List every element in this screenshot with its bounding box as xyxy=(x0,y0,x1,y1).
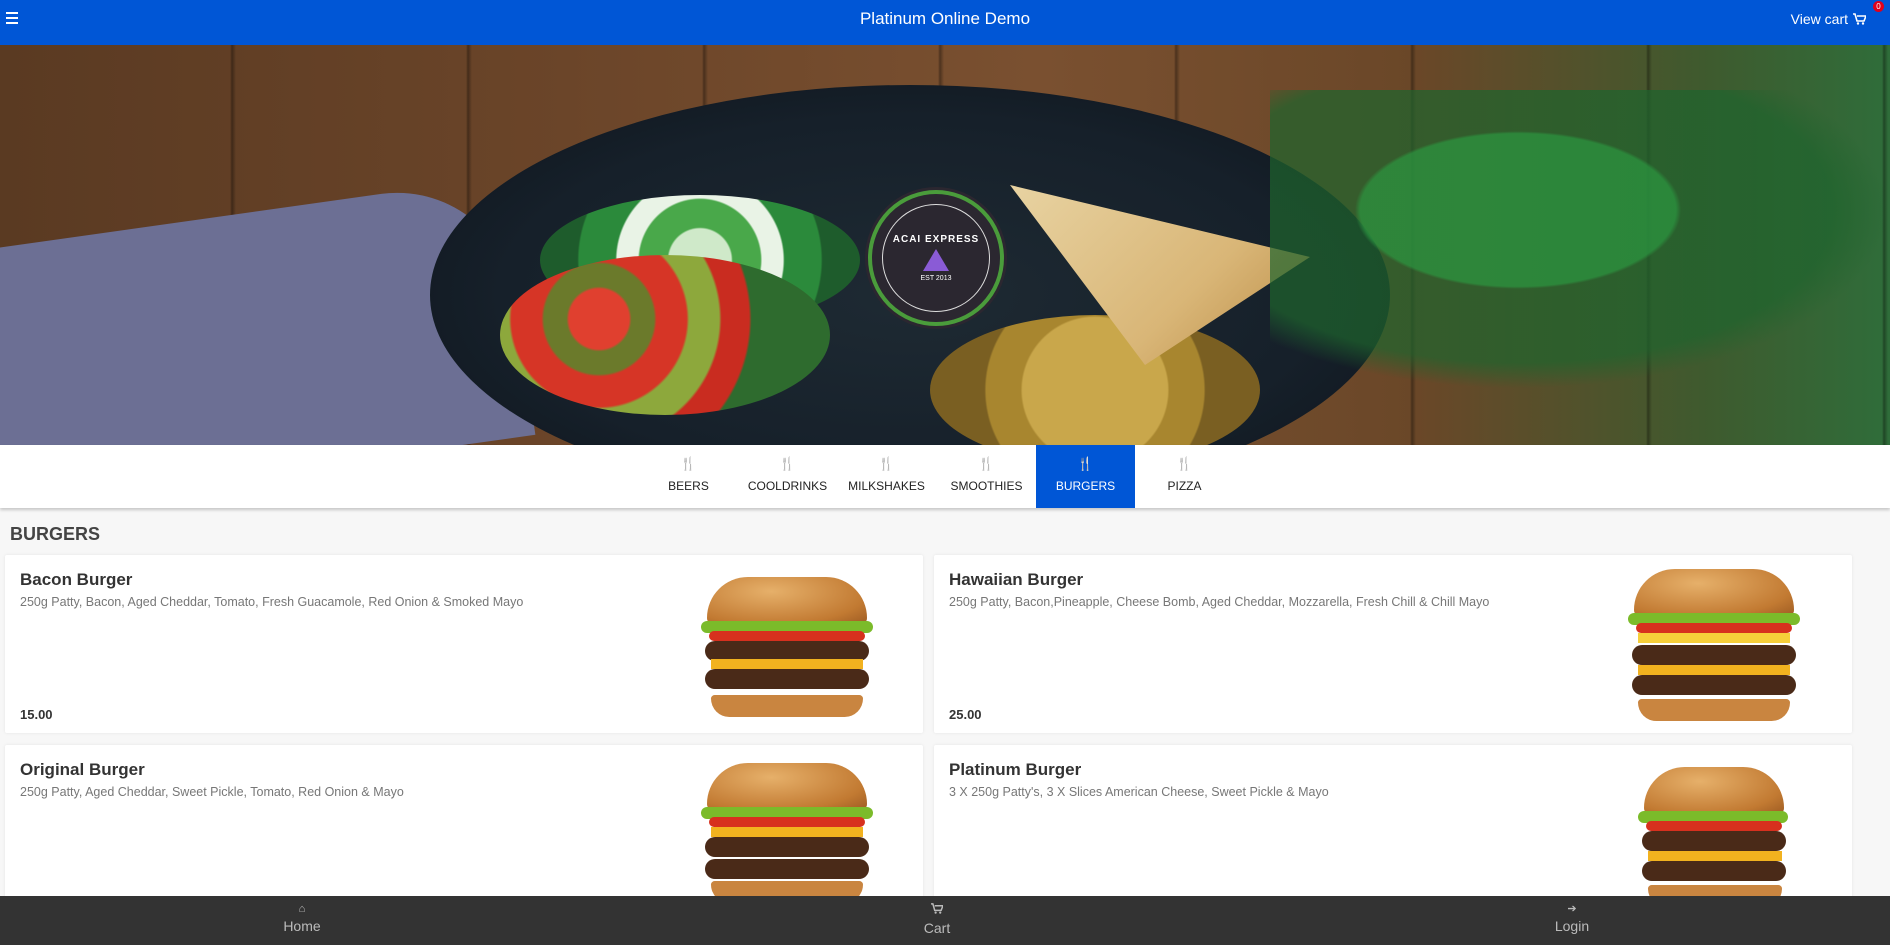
burger-image xyxy=(697,577,877,717)
nav-label: Login xyxy=(1554,918,1590,934)
logo-text: ACAI EXPRESS xyxy=(892,234,980,245)
nav-login[interactable]: ➔ Login xyxy=(1512,903,1632,934)
product-name: Platinum Burger xyxy=(949,760,1082,779)
nav-cart[interactable]: Cart xyxy=(877,903,997,936)
shopping-cart-icon xyxy=(877,903,997,917)
tab-milkshakes[interactable]: 🍴 MILKSHAKES xyxy=(837,445,936,508)
product-name: Original Burger xyxy=(20,760,145,779)
cart-count-badge: 0 xyxy=(1873,1,1884,12)
view-cart-label: View cart xyxy=(1790,11,1848,27)
bottom-navigation: ⌂ Home Cart ➔ Login xyxy=(0,896,1890,945)
logo-est: EST 2013 xyxy=(920,275,952,282)
tab-label: COOLDRINKS xyxy=(747,479,828,493)
home-icon: ⌂ xyxy=(298,903,306,915)
product-name: Hawaiian Burger xyxy=(949,570,1084,589)
product-price: 25.00 xyxy=(949,707,982,722)
product-card-hawaiian-burger[interactable]: Hawaiian Burger 250g Patty, Bacon,Pineap… xyxy=(934,555,1852,733)
cutlery-icon: 🍴 xyxy=(1176,456,1193,471)
nav-label: Cart xyxy=(923,920,951,936)
brand-logo: ACAI EXPRESS EST 2013 xyxy=(868,190,1004,326)
product-price: 15.00 xyxy=(20,707,53,722)
nav-label: Home xyxy=(283,918,321,934)
product-name: Bacon Burger xyxy=(20,570,133,589)
cutlery-icon: 🍴 xyxy=(978,456,995,471)
acai-leaf-icon xyxy=(923,249,949,271)
tab-label: MILKSHAKES xyxy=(848,479,925,493)
tab-label: BURGERS xyxy=(1055,479,1116,493)
cutlery-icon: 🍴 xyxy=(680,456,697,471)
salad-peppers-graphic xyxy=(500,255,830,415)
top-bar: Platinum Online Demo View cart 0 xyxy=(0,0,1890,45)
tab-pizza[interactable]: 🍴 PIZZA xyxy=(1135,445,1234,508)
tab-label: SMOOTHIES xyxy=(950,479,1023,493)
cutlery-icon: 🍴 xyxy=(1077,456,1094,471)
tab-beers[interactable]: 🍴 BEERS xyxy=(639,445,738,508)
tab-smoothies[interactable]: 🍴 SMOOTHIES xyxy=(937,445,1036,508)
section-title: BURGERS xyxy=(10,524,101,544)
view-cart-button[interactable]: View cart xyxy=(1791,11,1866,27)
hero-banner: ACAI EXPRESS EST 2013 xyxy=(0,45,1890,445)
cutlery-icon: 🍴 xyxy=(878,456,895,471)
product-description: 250g Patty, Bacon, Aged Cheddar, Tomato,… xyxy=(20,595,524,609)
product-card-bacon-burger[interactable]: Bacon Burger 250g Patty, Bacon, Aged Che… xyxy=(5,555,923,733)
burger-image xyxy=(697,763,877,903)
product-card-platinum-burger[interactable]: Platinum Burger 3 X 250g Patty's, 3 X Sl… xyxy=(934,745,1852,905)
product-card-original-burger[interactable]: Original Burger 250g Patty, Aged Cheddar… xyxy=(5,745,923,905)
sign-in-icon: ➔ xyxy=(1567,903,1577,915)
tab-cooldrinks[interactable]: 🍴 COOLDRINKS xyxy=(738,445,837,508)
tab-burgers[interactable]: 🍴 BURGERS xyxy=(1036,445,1135,508)
tab-label: PIZZA xyxy=(1167,479,1202,493)
product-description: 3 X 250g Patty's, 3 X Slices American Ch… xyxy=(949,785,1329,799)
product-description: 250g Patty, Bacon,Pineapple, Cheese Bomb… xyxy=(949,595,1490,609)
burger-image xyxy=(1624,569,1804,721)
category-tabs: 🍴 BEERS 🍴 COOLDRINKS 🍴 MILKSHAKES 🍴 SMOO… xyxy=(0,445,1890,508)
burger-image xyxy=(1634,767,1794,905)
page-title: Platinum Online Demo xyxy=(859,9,1031,28)
cutlery-icon: 🍴 xyxy=(779,456,796,471)
product-description: 250g Patty, Aged Cheddar, Sweet Pickle, … xyxy=(20,785,404,799)
nav-home[interactable]: ⌂ Home xyxy=(242,903,362,934)
shopping-cart-icon xyxy=(1853,13,1866,25)
tab-label: BEERS xyxy=(668,479,709,493)
leaves-graphic xyxy=(1270,90,1890,390)
